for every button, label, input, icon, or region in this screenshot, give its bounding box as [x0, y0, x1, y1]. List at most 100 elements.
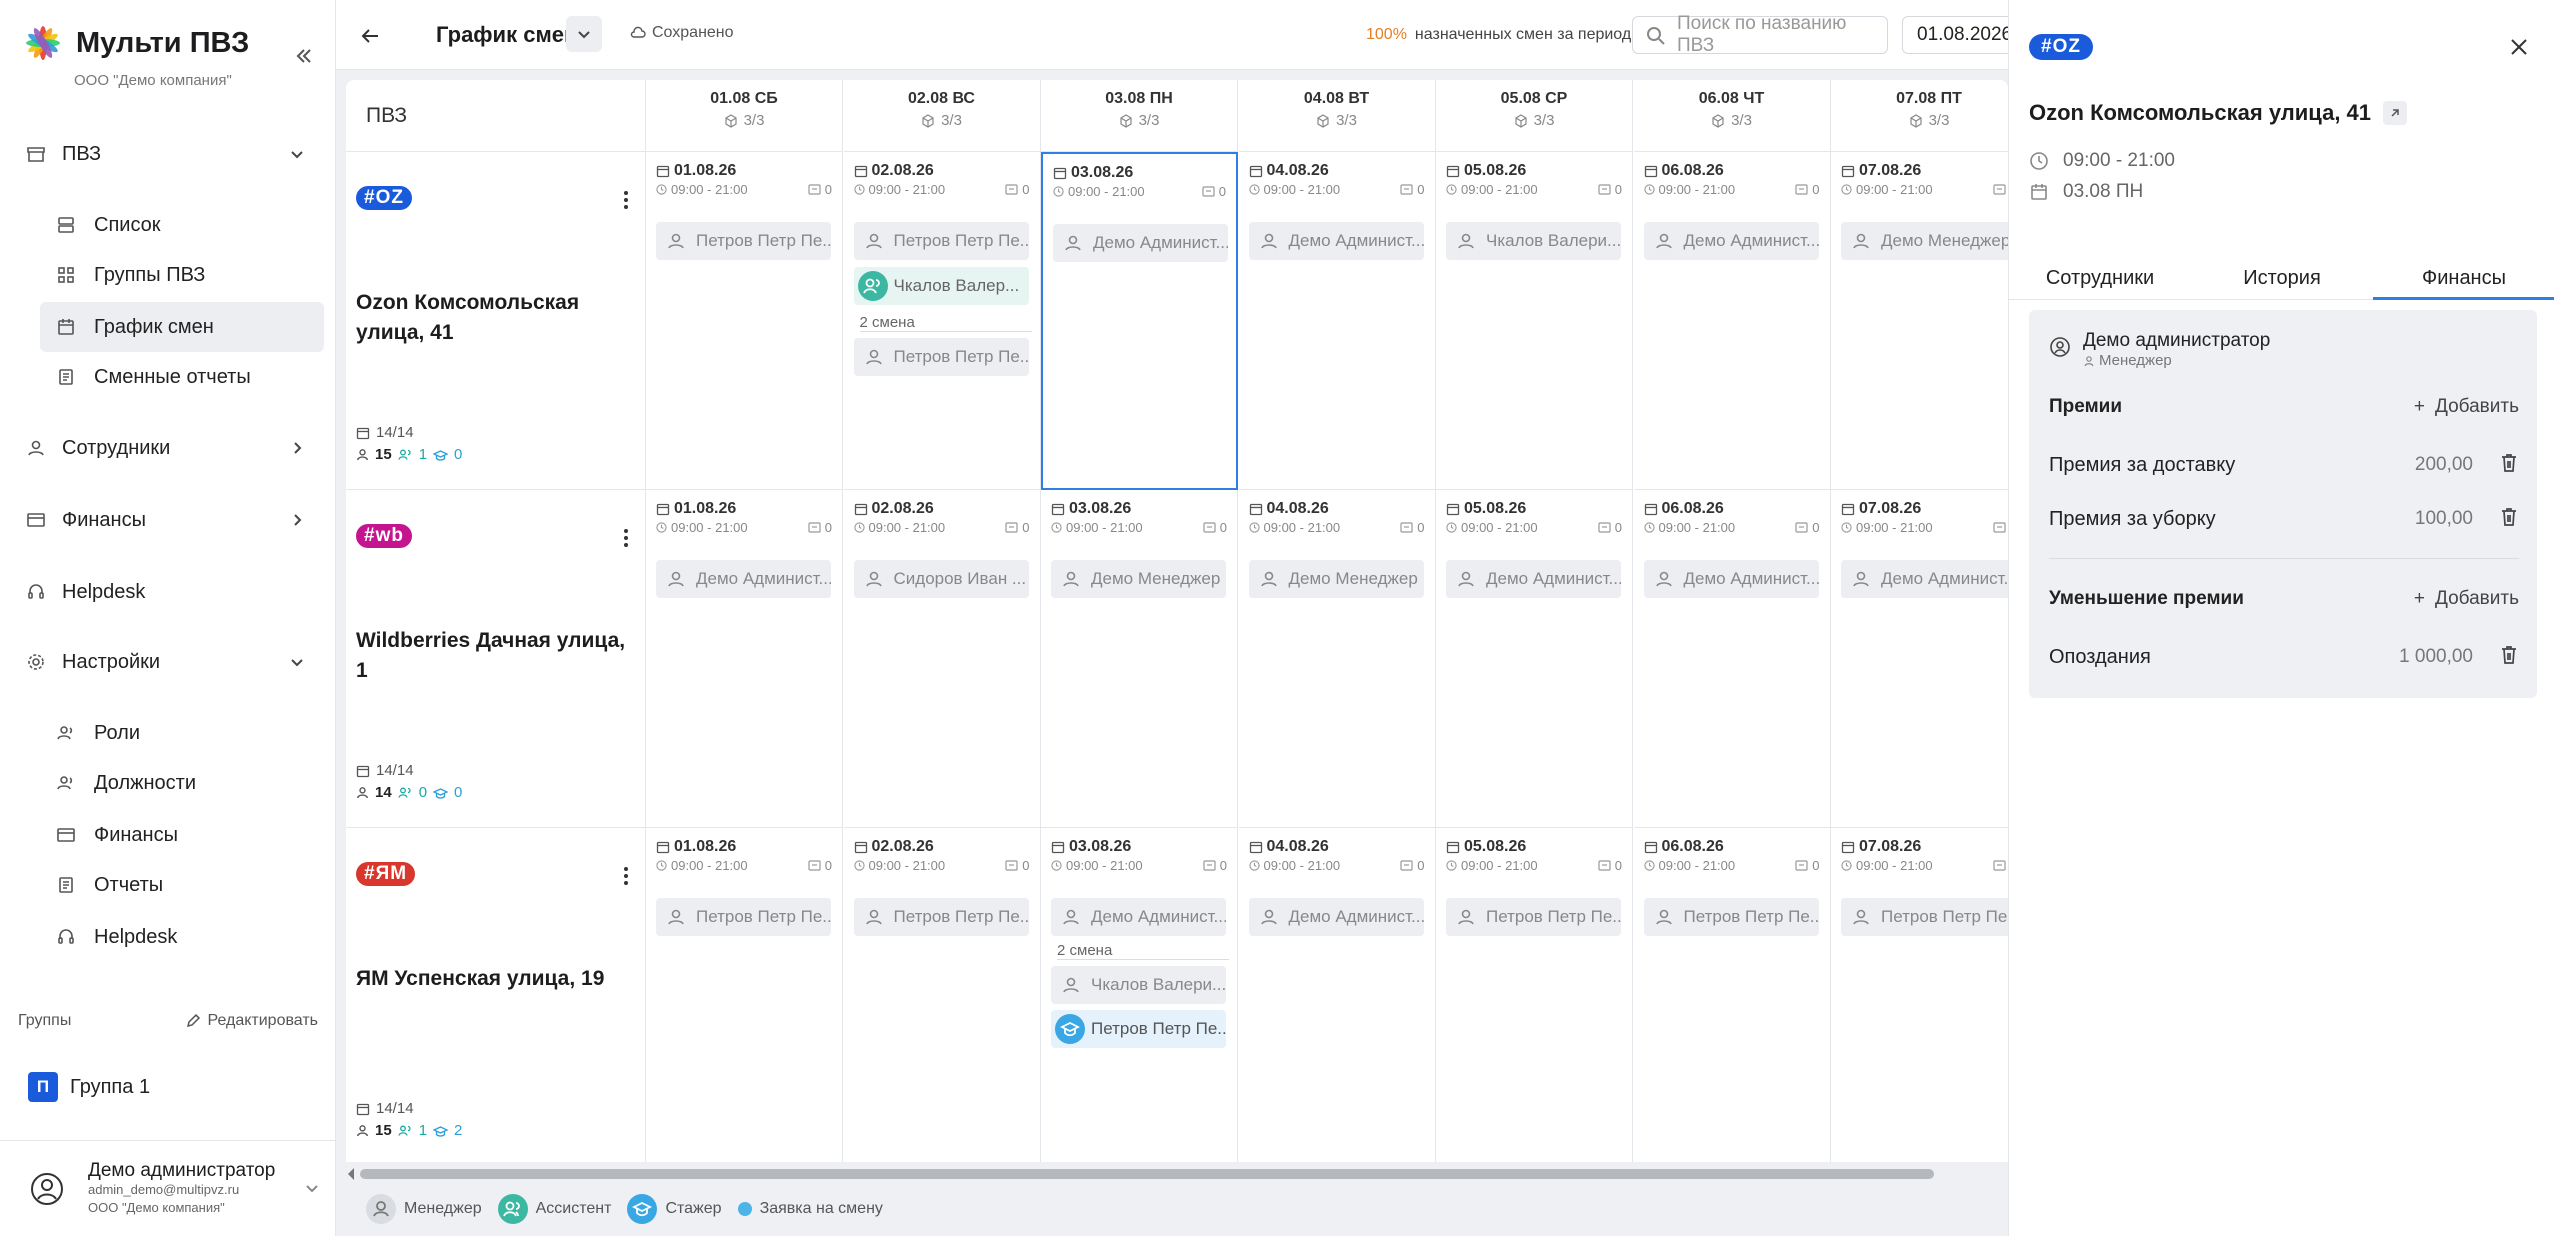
- shift-cell[interactable]: 06.08.26 09:00 - 21:00 0 Петров Петр Пе.…: [1634, 828, 1831, 1162]
- manager-icon: [1853, 233, 1869, 249]
- nav-helpdesk[interactable]: Helpdesk: [0, 568, 336, 616]
- employee-chip[interactable]: Петров Петр Пе...: [1643, 898, 1819, 936]
- nav-reports-label: Отчеты: [94, 873, 164, 896]
- shift-cell[interactable]: 07.08.26 09:00 - 21:00 0 Демо Менеджер: [1831, 152, 2008, 490]
- horizontal-scrollbar[interactable]: [346, 1164, 2008, 1184]
- open-external-button[interactable]: [2383, 101, 2408, 125]
- employee-chip-label: Чкалов Валер...: [893, 276, 1020, 295]
- add-bonus-button[interactable]: + Добавить: [2414, 396, 2519, 418]
- app-logo[interactable]: Мульти ПВЗ: [22, 22, 249, 64]
- employee-chip[interactable]: Демо Админист...: [1643, 560, 1819, 598]
- company-name: ООО "Демо компания": [74, 72, 232, 89]
- nav-roles[interactable]: Роли: [40, 708, 324, 758]
- shift-cell[interactable]: 04.08.26 09:00 - 21:00 0 Демо Админист..…: [1239, 828, 1436, 1162]
- employee-chip[interactable]: Чкалов Валери...: [1446, 222, 1621, 260]
- shift-cell[interactable]: 03.08.26 09:00 - 21:00 0 Демо Админист..…: [1041, 828, 1238, 1162]
- employee-chip[interactable]: Демо Админист...: [1051, 898, 1226, 936]
- nav-pvz-list[interactable]: Список: [40, 200, 324, 250]
- nav-pvz[interactable]: ПВЗ: [0, 130, 336, 178]
- shift-cell[interactable]: 02.08.26 09:00 - 21:00 0 Петров Петр Пе.…: [843, 152, 1041, 490]
- shift-cell[interactable]: 05.08.26 09:00 - 21:00 0 Демо Админист..…: [1436, 490, 1633, 828]
- shift-cell[interactable]: 05.08.26 09:00 - 21:00 0 Петров Петр Пе.…: [1436, 828, 1633, 1162]
- employee-chip[interactable]: Демо Админист...: [1643, 222, 1819, 260]
- employee-chip[interactable]: Петров Петр Пе...: [853, 338, 1029, 376]
- nav-positions[interactable]: Должности: [40, 758, 324, 808]
- trash-icon[interactable]: [2499, 452, 2519, 474]
- nav-shift-schedule[interactable]: График смен: [40, 302, 324, 352]
- finance-person-role-label: Менеджер: [2099, 352, 2172, 369]
- nav-settings[interactable]: Настройки: [0, 638, 336, 686]
- employee-chip[interactable]: Демо Менеджер: [1248, 560, 1424, 598]
- group-item[interactable]: П Группа 1: [28, 1072, 150, 1102]
- scrollbar-thumb[interactable]: [360, 1169, 1934, 1179]
- more-vertical-icon[interactable]: [616, 526, 636, 550]
- nav-employees[interactable]: Сотрудники: [0, 424, 336, 472]
- cell-slots-value: 0: [1614, 858, 1622, 873]
- employee-chip[interactable]: Демо Админист...: [1248, 898, 1424, 936]
- nav-pvz-groups[interactable]: Группы ПВЗ: [40, 250, 324, 300]
- pvz-row-header[interactable]: #OZ Ozon Комсомольская улица, 41 14/14 1…: [346, 152, 646, 490]
- shift-cell[interactable]: 04.08.26 09:00 - 21:00 0 Демо Менеджер: [1238, 490, 1436, 828]
- shift-cell[interactable]: 07.08.26 09:00 - 21:00 0 Демо Админист..…: [1831, 490, 2008, 828]
- search-input[interactable]: Поиск по названию ПВЗ: [1632, 13, 1888, 56]
- trash-icon[interactable]: [2499, 644, 2519, 666]
- close-icon[interactable]: [2508, 36, 2530, 58]
- plus-icon: +: [2413, 588, 2426, 609]
- employee-chip[interactable]: Сидоров Иван ...: [853, 560, 1029, 598]
- groups-edit-button[interactable]: Редактировать: [185, 1012, 318, 1030]
- employee-chip[interactable]: Демо Менеджер: [1841, 222, 2008, 260]
- shift-cell[interactable]: 02.08.26 09:00 - 21:00 0 Сидоров Иван ..…: [843, 490, 1041, 828]
- employee-chip[interactable]: Демо Админист...: [1248, 222, 1424, 260]
- shift-cell[interactable]: 01.08.26 09:00 - 21:00 0 Демо Админист..…: [646, 490, 843, 828]
- shift-cell[interactable]: 01.08.26 09:00 - 21:00 0 Петров Петр Пе.…: [646, 152, 843, 490]
- employee-chip[interactable]: Петров Петр Пе...: [853, 222, 1029, 260]
- scroll-left-icon[interactable]: [346, 1167, 356, 1181]
- employee-chip[interactable]: Петров Петр Пе...: [656, 222, 831, 260]
- tab-employees[interactable]: Сотрудники: [2009, 258, 2191, 300]
- title-dropdown-button[interactable]: [566, 16, 602, 52]
- shift-cell[interactable]: 04.08.26 09:00 - 21:00 0 Демо Админист..…: [1238, 152, 1436, 490]
- employee-chip[interactable]: Демо Админист...: [1446, 560, 1621, 598]
- more-vertical-icon[interactable]: [616, 864, 636, 888]
- more-vertical-icon[interactable]: [616, 188, 636, 212]
- pvz-row-header[interactable]: #wb Wildberries Дачная улица, 1 14/14 14…: [346, 490, 646, 828]
- nav-shift-reports[interactable]: Сменные отчеты: [40, 352, 324, 402]
- nav-settings-helpdesk[interactable]: Helpdesk: [40, 912, 324, 962]
- nav-settings-finance[interactable]: Финансы: [40, 810, 324, 860]
- shift-cell[interactable]: 07.08.26 09:00 - 21:00 0 Петров Петр Пе.…: [1831, 828, 2008, 1162]
- employee-chip[interactable]: Петров Петр Пе...: [1841, 898, 2008, 936]
- employee-chip[interactable]: Демо Админист...: [656, 560, 831, 598]
- cell-date: 03.08.26: [1053, 164, 1133, 182]
- shift-cell[interactable]: 03.08.26 09:00 - 21:00 0 Демо Менеджер: [1041, 490, 1238, 828]
- date-range-input[interactable]: 01.08.2026 -: [1902, 16, 2022, 54]
- nav-reports[interactable]: Отчеты: [40, 860, 324, 910]
- employee-chip[interactable]: Демо Админист...: [1841, 560, 2008, 598]
- trash-icon[interactable]: [2499, 506, 2519, 528]
- employee-chip[interactable]: Чкалов Валери...: [1051, 966, 1226, 1004]
- shift-cell[interactable]: 06.08.26 09:00 - 21:00 0 Демо Админист..…: [1633, 152, 1831, 490]
- external-link-icon: [2391, 109, 2399, 117]
- nav-finance[interactable]: Финансы: [0, 496, 336, 544]
- employee-chip[interactable]: Демо Админист...: [1053, 224, 1228, 262]
- employee-chip[interactable]: Петров Петр Пе...: [1051, 1010, 1226, 1048]
- employee-chip[interactable]: Петров Петр Пе...: [1446, 898, 1621, 936]
- tab-finance[interactable]: Финансы: [2373, 258, 2554, 300]
- pvz-row-header[interactable]: #ЯМ ЯМ Успенская улица, 19 14/14 15 1 2: [346, 828, 646, 1162]
- shift-cell[interactable]: 01.08.26 09:00 - 21:00 0 Петров Петр Пе.…: [646, 828, 843, 1162]
- manager-icon: [366, 1194, 396, 1224]
- back-arrow-icon[interactable]: [358, 24, 382, 48]
- add-reduction-button[interactable]: + Добавить: [2414, 588, 2519, 610]
- employee-chip[interactable]: Чкалов Валер...: [853, 267, 1029, 305]
- user-profile[interactable]: Демо администратор admin_demo@multipvz.r…: [30, 1158, 320, 1222]
- collapse-sidebar-icon[interactable]: [292, 44, 316, 68]
- shift-cell[interactable]: 05.08.26 09:00 - 21:00 0 Чкалов Валери..…: [1436, 152, 1633, 490]
- nav-helpdesk-label: Helpdesk: [62, 580, 146, 603]
- reduction-item-amount: 1 000,00: [2399, 646, 2473, 667]
- employee-chip[interactable]: Демо Менеджер: [1051, 560, 1226, 598]
- shift-cell[interactable]: 06.08.26 09:00 - 21:00 0 Демо Админист..…: [1633, 490, 1831, 828]
- shift-cell[interactable]: 02.08.26 09:00 - 21:00 0 Петров Петр Пе.…: [844, 828, 1041, 1162]
- employee-chip[interactable]: Петров Петр Пе...: [656, 898, 831, 936]
- tab-history[interactable]: История: [2191, 258, 2373, 300]
- employee-chip[interactable]: Петров Петр Пе...: [853, 898, 1029, 936]
- shift-cell[interactable]: 03.08.26 09:00 - 21:00 0 Демо Админист..…: [1041, 152, 1238, 490]
